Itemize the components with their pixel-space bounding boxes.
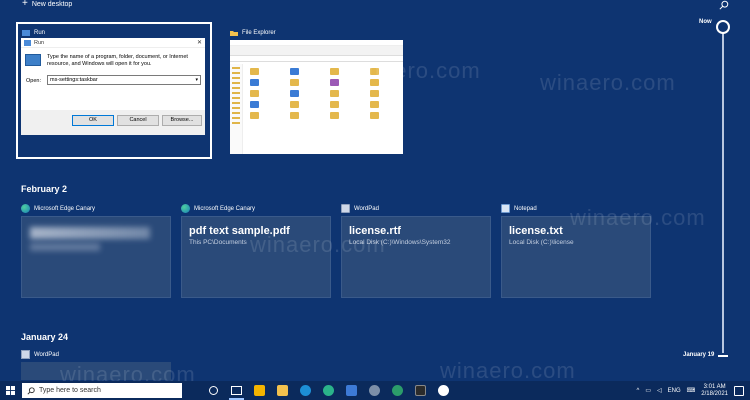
new-desktop-button[interactable]: + New desktop (22, 0, 73, 9)
start-button[interactable] (0, 381, 20, 400)
taskbar-search-box[interactable]: Type here to search (22, 383, 182, 398)
timeline-thumb[interactable] (716, 20, 730, 34)
card-app-name: WordPad (354, 205, 379, 212)
card-header: Microsoft Edge Canary (21, 204, 95, 213)
gear-icon (369, 385, 380, 396)
card-subtitle: Local Disk (C:)\license (509, 239, 574, 246)
card-header: WordPad (21, 350, 59, 359)
run-icon (24, 39, 31, 46)
taskbar-app-edge[interactable] (294, 381, 317, 400)
blurred-content (30, 227, 150, 239)
open-field-value: ms-settings:taskbar (50, 77, 98, 83)
edge-dev-icon (392, 385, 403, 396)
run-window-label: Run (34, 30, 46, 36)
folder-icon (230, 31, 238, 36)
edge-canary-icon (323, 385, 334, 396)
taskbar-app-opera[interactable] (432, 381, 455, 400)
run-dialog-titlebar: Run ✕ (21, 38, 205, 48)
windows-logo-icon (5, 386, 15, 395)
card-app-name: WordPad (34, 351, 59, 358)
card-app-name: Microsoft Edge Canary (34, 205, 96, 212)
run-app-icon (25, 54, 41, 66)
taskbar-app-settings[interactable] (363, 381, 386, 400)
explorer-window-label: File Explorer (242, 30, 276, 36)
taskbar-app-store[interactable] (248, 381, 271, 400)
chevron-down-icon[interactable]: ▾ (195, 76, 198, 84)
watermark: winaero.com (570, 205, 706, 230)
network-icon[interactable]: ▭ (645, 387, 651, 394)
search-icon[interactable] (718, 0, 730, 10)
timeline-track[interactable] (722, 28, 724, 353)
photos-icon (346, 385, 357, 396)
cancel-button[interactable]: Cancel (117, 115, 159, 126)
edge-canary-icon (21, 204, 30, 213)
open-field[interactable]: ms-settings:taskbar ▾ (47, 75, 201, 85)
card-title: license.txt (509, 225, 563, 237)
folder-icon (277, 385, 288, 396)
clock-time: 3:01 AM (703, 383, 726, 390)
wordpad-icon (21, 350, 30, 359)
run-description: Type the name of a program, folder, docu… (47, 54, 188, 67)
ok-button[interactable]: OK (72, 115, 114, 126)
plus-icon: + (22, 0, 28, 9)
volume-icon[interactable]: ◁ (657, 387, 662, 394)
taskbar-app-explorer[interactable] (271, 381, 294, 400)
opera-icon (438, 385, 449, 396)
chevron-up-icon[interactable]: ^ (636, 388, 639, 394)
timeline-date-label: January 19 (683, 352, 715, 358)
cortana-icon (209, 386, 218, 395)
notepad-icon (501, 204, 510, 213)
timeline-now-label: Now (699, 19, 712, 25)
explorer-window-title: File Explorer (230, 29, 276, 37)
card-header: WordPad (341, 204, 379, 213)
clock-date: 2/18/2021 (701, 390, 728, 397)
card-header: Notepad (501, 204, 537, 213)
terminal-icon (415, 385, 426, 396)
card-header: Microsoft Edge Canary (181, 204, 255, 213)
section-header-january: January 24 (21, 332, 69, 342)
section-header-february: February 2 (21, 184, 68, 194)
search-placeholder: Type here to search (39, 387, 101, 394)
close-icon[interactable]: ✕ (197, 39, 202, 46)
explorer-nav-pane (230, 64, 243, 154)
watermark: winaero.com (250, 232, 386, 257)
card-subtitle: This PC\Documents (189, 239, 247, 246)
run-dialog-title: Run (34, 39, 45, 46)
run-icon (22, 30, 30, 36)
edge-icon (300, 385, 311, 396)
new-desktop-label: New desktop (31, 0, 73, 8)
watermark: winaero.com (540, 70, 676, 95)
run-dialog: Run ✕ Type the name of a program, folder… (21, 38, 205, 135)
clock[interactable]: 3:01 AM 2/18/2021 (701, 384, 728, 398)
keyboard-icon[interactable]: ⌨ (687, 387, 696, 394)
notification-icon[interactable] (734, 385, 744, 396)
timeline-marker (718, 355, 728, 357)
task-view-icon (231, 386, 242, 395)
task-view-button[interactable] (225, 381, 248, 400)
edge-canary-icon (181, 204, 190, 213)
card-app-name: Microsoft Edge Canary (194, 205, 256, 212)
taskbar-app-edge-dev[interactable] (386, 381, 409, 400)
activity-card[interactable] (21, 216, 171, 298)
system-tray: ^ ▭ ◁ ENG ⌨ 3:01 AM 2/18/2021 (636, 381, 750, 400)
explorer-ribbon (230, 46, 403, 56)
search-icon (27, 386, 35, 395)
store-icon (254, 385, 265, 396)
run-window-title: Run (22, 29, 45, 37)
wordpad-icon (341, 204, 350, 213)
card-app-name: Notepad (514, 205, 537, 212)
taskbar-app-photos[interactable] (340, 381, 363, 400)
cortana-button[interactable] (202, 381, 225, 400)
browse-button[interactable]: Browse... (162, 115, 202, 126)
open-label: Open: (26, 78, 41, 84)
language-indicator[interactable]: ENG (668, 388, 681, 394)
blurred-content (30, 243, 100, 251)
taskbar: Type here to search ^ ▭ ◁ ENG ⌨ 3:01 AM … (0, 381, 750, 400)
watermark: winaero.com (345, 58, 481, 83)
taskbar-app-terminal[interactable] (409, 381, 432, 400)
taskbar-app-edge-canary[interactable] (317, 381, 340, 400)
